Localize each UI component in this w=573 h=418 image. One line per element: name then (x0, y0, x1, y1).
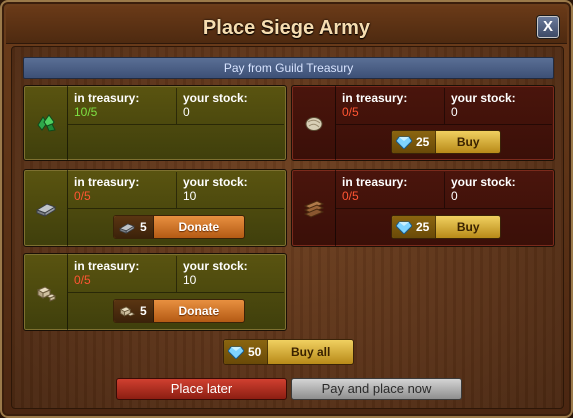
treasury-value: 10/5 (74, 105, 98, 119)
limestone-icon (36, 286, 56, 302)
iron-icon (35, 203, 56, 217)
iron-icon (119, 223, 135, 234)
resource-cost: 5 (114, 300, 154, 322)
dialog-content: Pay from Guild Treasury in treasury: 10/… (11, 46, 564, 409)
row-divider (68, 292, 284, 293)
place-siege-army-dialog: Place Siege Army X Pay from Guild Treasu… (0, 0, 573, 418)
diamond-cost: 50 (224, 340, 269, 364)
place-later-button[interactable]: Place later (116, 378, 287, 400)
resource-card-lumber: in treasury: 0/5 your stock: 0 25 Buy (291, 169, 555, 247)
cost-value: 25 (416, 220, 430, 234)
buy-label: Buy (456, 220, 480, 234)
treasury-label: in treasury: (74, 259, 140, 273)
column-divider (176, 172, 177, 208)
lumber-icon (303, 200, 324, 218)
buy-all-button[interactable]: 50 Buy all (223, 339, 354, 365)
diamond-icon (396, 136, 412, 149)
stock-label: your stock: (451, 91, 516, 105)
pay-and-place-now-button[interactable]: Pay and place now (291, 378, 462, 400)
diamond-icon (228, 346, 244, 359)
donate-limestone-button[interactable]: 5 Donate (113, 299, 245, 323)
diamond-cost: 25 (392, 216, 437, 238)
title-bar: Place Siege Army X (6, 6, 567, 44)
stock-value: 0 (451, 105, 458, 119)
stock-value: 10 (183, 273, 197, 287)
resource-card-marble: in treasury: 0/5 your stock: 0 25 Buy (291, 85, 555, 161)
donate-label: Donate (178, 304, 220, 318)
limestone-icon (119, 306, 136, 317)
diamond-icon (396, 221, 412, 234)
treasury-value: 0/5 (342, 189, 359, 203)
emerald-icon (36, 114, 56, 132)
resource-card-emerald: in treasury: 10/5 your stock: 0 (23, 85, 287, 161)
column-divider (176, 88, 177, 124)
column-divider (176, 256, 177, 292)
stock-value: 0 (183, 105, 190, 119)
diamond-cost: 25 (392, 131, 437, 153)
row-divider (336, 124, 552, 125)
stock-label: your stock: (183, 175, 248, 189)
limestone-icon-cell (24, 254, 68, 330)
donate-iron-button[interactable]: 5 Donate (113, 215, 245, 239)
column-divider (444, 172, 445, 208)
stock-value: 10 (183, 189, 197, 203)
resource-card-limestone: in treasury: 0/5 your stock: 10 5 Donate (23, 253, 287, 331)
row-divider (68, 124, 284, 125)
cost-value: 25 (416, 135, 430, 149)
treasury-value: 0/5 (342, 105, 359, 119)
buy-all-label: Buy all (291, 345, 331, 359)
treasury-label: in treasury: (74, 175, 140, 189)
stock-label: your stock: (183, 91, 248, 105)
cost-value: 5 (140, 304, 147, 318)
lumber-icon-cell (292, 170, 336, 246)
resource-cost: 5 (114, 216, 154, 238)
cost-value: 50 (248, 345, 262, 359)
column-divider (444, 88, 445, 124)
marble-icon-cell (292, 86, 336, 160)
treasury-label: in treasury: (342, 175, 408, 189)
resource-card-iron: in treasury: 0/5 your stock: 10 5 Donate (23, 169, 287, 247)
treasury-label: in treasury: (74, 91, 140, 105)
marble-icon (305, 117, 322, 131)
stock-value: 0 (451, 189, 458, 203)
buy-marble-button[interactable]: 25 Buy (391, 130, 501, 154)
treasury-value: 0/5 (74, 189, 91, 203)
dialog-title: Place Siege Army (202, 17, 371, 39)
treasury-value: 0/5 (74, 273, 91, 287)
close-button[interactable]: X (537, 16, 559, 38)
stock-label: your stock: (183, 259, 248, 273)
buy-label: Buy (456, 135, 480, 149)
treasury-label: in treasury: (342, 91, 408, 105)
emerald-icon-cell (24, 86, 68, 160)
iron-icon-cell (24, 170, 68, 246)
stock-label: your stock: (451, 175, 516, 189)
row-divider (336, 208, 552, 209)
cost-value: 5 (140, 220, 147, 234)
row-divider (68, 208, 284, 209)
donate-label: Donate (178, 220, 220, 234)
buy-lumber-button[interactable]: 25 Buy (391, 215, 501, 239)
section-header: Pay from Guild Treasury (23, 57, 554, 79)
